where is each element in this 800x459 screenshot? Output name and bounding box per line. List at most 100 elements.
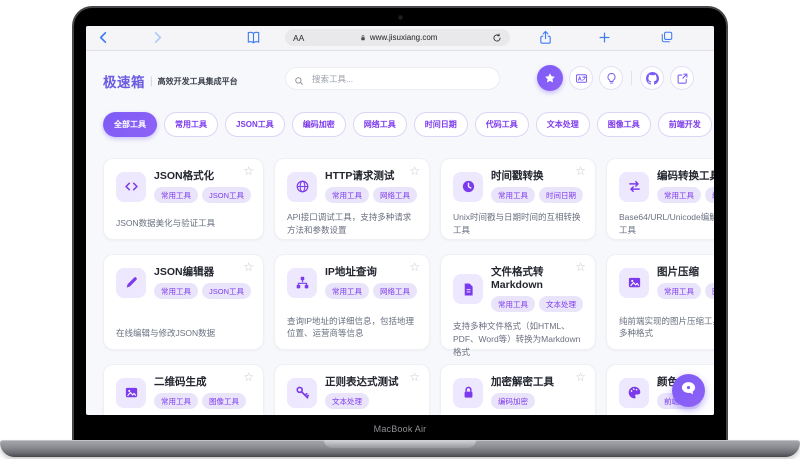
favorite-star-icon[interactable]: ☆ — [409, 165, 420, 177]
tag-badge: 常用工具 — [491, 296, 536, 313]
reader-button[interactable]: AA — [293, 33, 304, 43]
filter-tab-3[interactable]: 编码加密 — [291, 112, 346, 137]
key-icon — [287, 377, 318, 408]
url-text: www.jisuxiang.com — [369, 33, 438, 42]
image-icon — [619, 267, 650, 298]
lightbulb-icon — [605, 72, 618, 85]
header-divider — [631, 71, 632, 85]
new-tab-icon[interactable] — [598, 31, 611, 44]
chat-fab-button[interactable] — [672, 374, 705, 407]
card-title: 编码转换工具 — [657, 170, 714, 182]
site-logo[interactable]: 极速箱 — [103, 71, 145, 91]
language-button[interactable] — [569, 66, 593, 90]
favorite-star-icon[interactable]: ☆ — [409, 261, 420, 273]
card-title-block: IP地址查询 常用工具 网络工具 — [325, 266, 418, 300]
external-link-button[interactable] — [670, 66, 694, 90]
swap-icon — [619, 171, 650, 202]
favorite-star-icon[interactable]: ☆ — [409, 371, 420, 383]
tool-card[interactable]: HTTP请求测试 常用工具 网络工具 ☆ API接口调试工具，支持多种请求方法和参数设置 — [274, 158, 431, 240]
card-tags: 常用工具图像工具 — [657, 283, 714, 300]
site-tagline: 高效开发工具集成平台 — [157, 76, 238, 86]
favorites-button[interactable] — [537, 65, 563, 91]
tool-card-grid: JSON格式化 常用工具 JSON工具 ☆ JSON数据美化与验证工具 HTTP请求测试常… — [103, 158, 714, 415]
tag-badge: 网络工具 — [373, 283, 418, 300]
share-icon[interactable] — [538, 30, 553, 45]
qrcode-icon — [116, 377, 146, 408]
filter-tab-0[interactable]: 全部工具 — [103, 112, 157, 137]
search-input[interactable] — [285, 67, 500, 90]
tool-card[interactable]: IP地址查询 常用工具 网络工具 ☆ 查询IP地址的详细信息，包括地理位置、运营商等信息 — [274, 254, 431, 350]
favorite-star-icon[interactable]: ☆ — [575, 261, 586, 273]
tag-badge: JSON工具 — [202, 283, 252, 300]
favorite-star-icon[interactable]: ☆ — [575, 165, 586, 177]
card-title-block: 正则表达式测试 文本处理 — [325, 376, 399, 410]
star-icon — [544, 72, 556, 84]
card-header: JSON格式化 常用工具 JSON工具 — [116, 170, 252, 204]
favorite-star-icon[interactable]: ☆ — [575, 371, 586, 383]
card-header: 二维码生成常用工具 图像工具 — [116, 376, 251, 410]
tag-badge: 网络工具 — [373, 187, 418, 204]
card-header: IP地址查询 常用工具 网络工具 — [287, 266, 418, 300]
lock-icon — [359, 34, 367, 42]
tag-badge: 编码加密 — [491, 393, 536, 410]
tool-card[interactable]: 正则表达式测试 文本处理 ☆ — [274, 364, 431, 415]
bookmarks-icon[interactable] — [246, 30, 261, 45]
card-title: 加密解密工具 — [491, 376, 555, 388]
filter-tab-2[interactable]: JSON工具 — [225, 112, 285, 137]
site-branding: 极速箱 | 高效开发工具集成平台 — [103, 71, 238, 91]
category-filter-bar: 全部工具 常用工具 JSON工具 编码加密 网络工具 时间日期 代码工具 文本处理 图像工具 前端… — [103, 112, 712, 137]
card-description: 查询IP地址的详细信息，包括地理位置、运营商等信息 — [287, 315, 415, 339]
card-tags: 常用工具编码加密 — [657, 187, 714, 204]
card-title-block: 图片压缩常用工具图像工具 — [657, 266, 714, 300]
tool-card[interactable]: 编码转换工具常用工具编码加密☆Base64/URL/Unicode编解码转换工具 — [606, 158, 714, 240]
tag-badge: 图像工具 — [705, 283, 714, 300]
card-header: 正则表达式测试 文本处理 — [287, 376, 417, 410]
favorite-star-icon[interactable]: ☆ — [243, 371, 254, 383]
tool-card[interactable]: JSON编辑器 常用工具 JSON工具 ☆ 在线编辑与修改JSON数据 — [103, 254, 265, 350]
card-title: 二维码生成 — [154, 376, 207, 388]
github-button[interactable] — [640, 66, 664, 90]
webpage: 极速箱 | 高效开发工具集成平台 全部工具常用工具JSON工具编码加密网络工具时… — [86, 50, 714, 415]
card-title: 文件格式转Markdown — [491, 266, 544, 292]
tool-card[interactable]: 图片压缩常用工具图像工具☆纯前端实现的图片压缩工具，支持多种格式 — [606, 254, 714, 350]
card-description: 纯前端实现的图片压缩工具，支持多种格式 — [619, 315, 714, 339]
forward-icon[interactable] — [150, 30, 165, 45]
back-icon[interactable] — [96, 30, 111, 45]
filter-tab-8[interactable]: 图像工具 — [596, 112, 651, 137]
address-bar[interactable]: AA www.jisuxiang.com — [285, 29, 510, 46]
reload-icon[interactable] — [492, 33, 502, 43]
card-tags: 常用工具 文本处理 — [491, 296, 584, 313]
filter-tab-4[interactable]: 网络工具 — [352, 112, 407, 137]
card-title-block: HTTP请求测试 常用工具 网络工具 — [325, 170, 418, 204]
card-header: 时间戳转换 常用工具 时间日期 — [453, 170, 584, 204]
tag-badge: 常用工具 — [491, 187, 536, 204]
laptop-base — [0, 440, 800, 457]
card-title: JSON格式化 — [154, 170, 215, 182]
external-link-icon — [676, 72, 689, 85]
tool-card[interactable]: 文件格式转Markdown 常用工具 文本处理 ☆ 支持多种文件格式（如HTML、PDF… — [440, 254, 597, 357]
tag-badge: 图像工具 — [202, 393, 246, 410]
tool-card[interactable]: 二维码生成 常用工具 图像工具 ☆ — [103, 364, 265, 415]
filter-tab-1[interactable]: 常用工具 — [164, 112, 218, 137]
favorite-star-icon[interactable]: ☆ — [243, 165, 254, 177]
macbook-mockup: AA www.jisuxiang.com 极速箱 | 高效开发工具集成平台 搜索… — [0, 0, 800, 459]
logo-divider: | — [150, 75, 153, 87]
code-icon — [116, 171, 146, 202]
favorite-star-icon[interactable]: ☆ — [243, 261, 254, 273]
tag-badge: 常用工具 — [154, 187, 198, 204]
filter-tab-9[interactable]: 前端开发 — [657, 112, 712, 137]
card-title-block: 加密解密工具编码加密 — [491, 376, 555, 410]
tool-card[interactable]: 加密解密工具编码加密 ☆ — [440, 364, 597, 415]
card-title: 时间戳转换 — [491, 170, 544, 182]
card-tags: 常用工具图像工具 — [154, 393, 246, 410]
tag-badge: 文本处理 — [325, 393, 370, 410]
tab-overview-icon[interactable] — [660, 30, 674, 44]
globe-icon — [287, 171, 318, 202]
filter-tab-5[interactable]: 时间日期 — [413, 112, 468, 137]
theme-button[interactable] — [599, 66, 623, 90]
filter-tab-6[interactable]: 代码工具 — [474, 112, 529, 137]
webcam-dot — [397, 15, 403, 20]
tool-card[interactable]: JSON格式化 常用工具 JSON工具 ☆ JSON数据美化与验证工具 — [103, 158, 265, 240]
tool-card[interactable]: 时间戳转换 常用工具 时间日期 ☆ Unix时间戳与日期时间的互相转换工具 — [440, 158, 597, 240]
filter-tab-7[interactable]: 文本处理 — [535, 112, 590, 137]
